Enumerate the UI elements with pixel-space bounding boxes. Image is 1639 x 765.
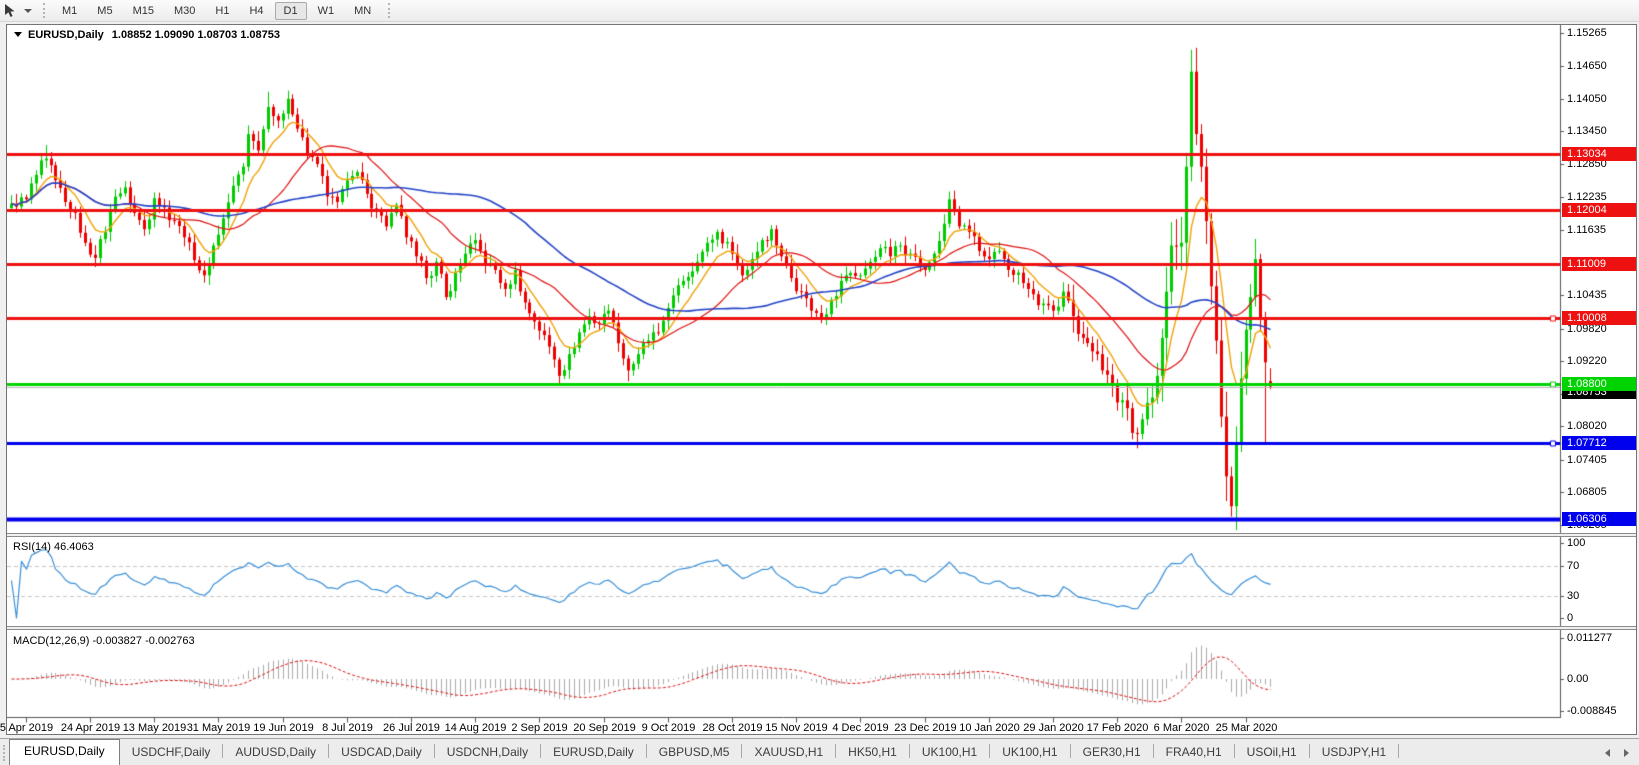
rsi-scale-label: 100 xyxy=(1567,537,1586,549)
symbol-tab-hk50-h1[interactable]: HK50,H1 xyxy=(836,741,909,765)
macd-scale-label: 0.00 xyxy=(1567,673,1589,685)
chart-symbol-label: EURUSD,Daily xyxy=(28,29,104,41)
hline-price-tag[interactable]: 1.08800 xyxy=(1562,376,1636,391)
timeframe-button-M15[interactable]: M15 xyxy=(124,2,163,20)
date-tick-label: 25 Mar 2020 xyxy=(1215,722,1278,734)
symbol-tab-usoil-h1[interactable]: USOil,H1 xyxy=(1235,741,1309,765)
timeframe-button-MN[interactable]: MN xyxy=(345,2,380,20)
price-tick-label: 1.11635 xyxy=(1567,223,1606,236)
symbol-tab-ger30-h1[interactable]: GER30,H1 xyxy=(1071,741,1153,765)
price-tick-label: 1.08020 xyxy=(1567,420,1607,433)
price-tick-label: 1.14650 xyxy=(1567,60,1607,73)
price-tick-label: 1.10435 xyxy=(1567,289,1607,302)
tab-bar-grip xyxy=(3,745,5,761)
toolbar-grip-right xyxy=(388,3,391,18)
rsi-label: RSI(14) 46.4063 xyxy=(13,541,94,553)
price-tick-label: 1.15265 xyxy=(1567,26,1607,39)
timeframe-button-M5[interactable]: M5 xyxy=(88,2,121,20)
symbol-tab-usdchf-daily[interactable]: USDCHF,Daily xyxy=(120,741,223,765)
price-tick-label: 1.06805 xyxy=(1567,486,1607,499)
rsi-scale-label: 70 xyxy=(1567,559,1580,572)
hline-price-tag[interactable]: 1.06306 xyxy=(1562,512,1636,527)
timeframe-button-M1[interactable]: M1 xyxy=(53,2,86,20)
price-tick-label: 1.07405 xyxy=(1567,453,1607,466)
rsi-scale-label: 30 xyxy=(1567,589,1580,602)
chart-window: EURUSD,Daily 1.08852 1.09090 1.08703 1.08… xyxy=(0,24,1637,735)
tabs-scroll-left-icon[interactable] xyxy=(1605,749,1610,757)
timeframe-button-M30[interactable]: M30 xyxy=(165,2,204,20)
hline-price-tag[interactable]: 1.12004 xyxy=(1562,202,1636,217)
top-toolbar: M1 M5 M15 M30 H1 H4 D1 W1 MN xyxy=(0,0,1639,22)
chart-title: EURUSD,Daily 1.08852 1.09090 1.08703 1.08… xyxy=(14,29,280,41)
timeframe-button-W1[interactable]: W1 xyxy=(309,2,344,20)
hline-price-tag[interactable]: 1.13034 xyxy=(1562,147,1636,161)
rsi-scale-label: 0 xyxy=(1567,612,1574,624)
tabs-scroll-right-icon[interactable] xyxy=(1624,749,1629,757)
timeframe-button-H4[interactable]: H4 xyxy=(240,2,272,20)
symbol-tab-fra40-h1[interactable]: FRA40,H1 xyxy=(1154,741,1234,765)
panel-splitter-macd[interactable] xyxy=(7,626,1636,630)
symbol-tab-uk100-h1[interactable]: UK100,H1 xyxy=(910,741,989,765)
symbol-tab-usdjpy-h1[interactable]: USDJPY,H1 xyxy=(1310,741,1398,765)
symbol-tab-eurusd-daily[interactable]: EURUSD,Daily xyxy=(541,741,646,765)
chart-tab-bar: EURUSD,Daily USDCHF,Daily AUDUSD,Daily USDC… xyxy=(0,738,1639,765)
price-tick-label: 1.13450 xyxy=(1567,125,1607,138)
symbol-tab-gbpusd-m5[interactable]: GBPUSD,M5 xyxy=(647,741,742,765)
price-tick-label: 1.09220 xyxy=(1567,355,1607,368)
symbol-tab-usdcnh-daily[interactable]: USDCNH,Daily xyxy=(435,741,540,765)
tab-divider xyxy=(1398,744,1400,758)
hline-price-tag[interactable]: 1.10008 xyxy=(1562,311,1636,326)
chart-collapse-icon[interactable] xyxy=(14,32,22,37)
chart-ohlc-values: 1.08852 1.09090 1.08703 1.08753 xyxy=(111,29,281,41)
symbol-tab-uk100-h1[interactable]: UK100,H1 xyxy=(990,741,1069,765)
macd-label: MACD(12,26,9) -0.003827 -0.002763 xyxy=(13,635,195,647)
symbol-tab-usdcad-daily[interactable]: USDCAD,Daily xyxy=(329,741,434,765)
tool-dropdown-icon[interactable] xyxy=(24,8,32,13)
hline-price-tag[interactable]: 1.11009 xyxy=(1562,257,1636,271)
price-tick-label: 1.14050 xyxy=(1567,92,1607,105)
symbol-tab-eurusd-daily[interactable]: EURUSD,Daily xyxy=(9,739,120,765)
timeframe-button-D1[interactable]: D1 xyxy=(274,1,307,20)
hline-price-tag[interactable]: 1.07712 xyxy=(1562,436,1636,451)
toolbar-grip xyxy=(43,3,45,18)
symbol-tab-audusd-daily[interactable]: AUDUSD,Daily xyxy=(223,741,328,765)
pointer-tool-icon[interactable] xyxy=(2,3,20,19)
symbol-tab-xauusd-h1[interactable]: XAUUSD,H1 xyxy=(742,741,835,765)
timeframe-button-H1[interactable]: H1 xyxy=(206,2,238,20)
macd-scale-label: 0.011277 xyxy=(1567,631,1613,644)
panel-splitter-rsi[interactable] xyxy=(7,533,1636,537)
macd-scale-label: -0.008845 xyxy=(1567,705,1617,718)
